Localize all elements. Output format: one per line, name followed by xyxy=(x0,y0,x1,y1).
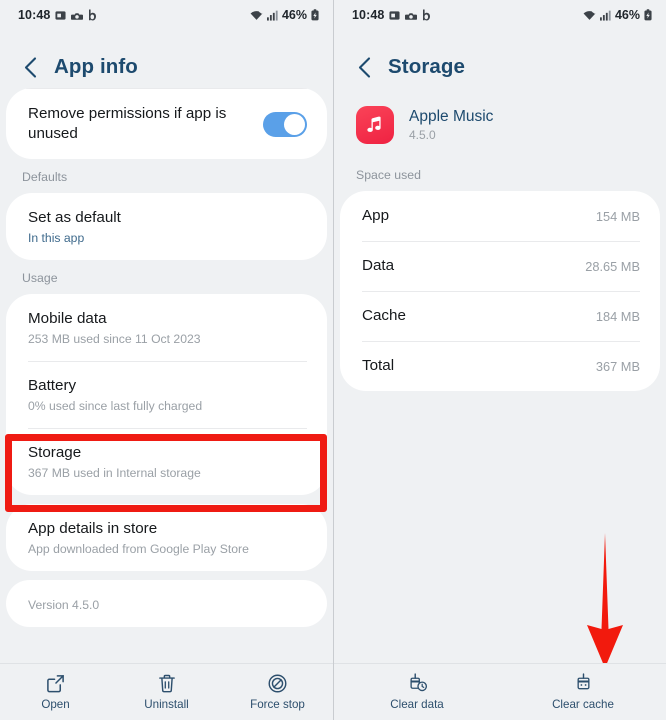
defaults-section-label: Defaults xyxy=(22,170,68,185)
space-data-label: Data xyxy=(362,257,395,275)
clear-cache-broom-icon xyxy=(573,673,594,693)
status-time: 10:48 xyxy=(18,8,51,22)
battery-percent-2: 46% xyxy=(614,8,640,22)
right-phone-screen: 10:48 46% Storage Apple Music 4.5.0 Spac… xyxy=(333,0,666,720)
back-chevron-icon[interactable] xyxy=(354,56,374,78)
status-bar: 10:48 46% xyxy=(0,0,333,30)
space-cache-label: Cache xyxy=(362,307,406,325)
open-label: Open xyxy=(41,698,70,711)
bixby-icon xyxy=(88,9,97,21)
storage-sub: 367 MB used in Internal storage xyxy=(28,466,201,481)
permissions-card: Remove permissions if app is unused xyxy=(6,88,327,160)
clear-cache-arrow xyxy=(587,533,623,668)
battery-percent: 46% xyxy=(281,8,307,22)
app-version: 4.5.0 xyxy=(409,128,436,142)
battery-charging-icon xyxy=(644,9,652,21)
open-button[interactable]: Open xyxy=(0,673,111,711)
remove-permissions-label: Remove permissions if app is unused xyxy=(28,105,227,143)
mobile-data-label: Mobile data xyxy=(28,310,107,328)
storage-row[interactable]: Storage 367 MB used in Internal storage xyxy=(6,428,327,495)
space-used-card: App 154 MB Data 28.65 MB Cache 184 MB To… xyxy=(340,191,660,392)
space-row-app: App 154 MB xyxy=(340,191,660,241)
space-data-value: 28.65 MB xyxy=(585,258,640,274)
camera-icon xyxy=(71,10,84,21)
toggle-knob xyxy=(284,113,305,135)
battery-row[interactable]: Battery 0% used since last fully charged xyxy=(6,361,327,428)
force-stop-label: Force stop xyxy=(250,698,305,711)
app-details-sub: App downloaded from Google Play Store xyxy=(28,542,249,557)
space-row-cache: Cache 184 MB xyxy=(340,291,660,341)
version-card: Version 4.5.0 xyxy=(6,580,327,628)
wifi-icon xyxy=(583,10,596,21)
version-row: Version 4.5.0 xyxy=(6,580,327,627)
camera-icon xyxy=(405,10,418,21)
signal-bars-icon xyxy=(599,10,611,21)
screenshot-icon xyxy=(55,10,67,21)
space-row-data: Data 28.65 MB xyxy=(340,241,660,291)
screenshot-icon xyxy=(389,10,401,21)
left-header: App info xyxy=(0,30,333,88)
dual-screenshot: 10:48 46% App info Remove permissions if… xyxy=(0,0,666,720)
force-stop-icon xyxy=(268,673,287,693)
bixby-icon xyxy=(422,9,431,21)
set-as-default-label: Set as default xyxy=(28,209,121,227)
storage-label: Storage xyxy=(28,444,82,462)
status-bar-left: 10:48 xyxy=(18,8,97,22)
battery-charging-icon xyxy=(311,9,319,21)
version-label: Version 4.5.0 xyxy=(28,598,100,613)
set-as-default-sub: In this app xyxy=(28,231,85,246)
right-header: Storage xyxy=(334,30,666,88)
status-bar-right-2: 46% xyxy=(583,8,652,22)
battery-sub: 0% used since last fully charged xyxy=(28,399,203,414)
apple-music-icon xyxy=(356,106,394,144)
app-name: Apple Music xyxy=(409,108,494,125)
space-row-total: Total 367 MB xyxy=(340,341,660,391)
space-app-label: App xyxy=(362,207,390,224)
space-used-section-label: Space used xyxy=(356,168,421,182)
set-as-default-row[interactable]: Set as default In this app xyxy=(6,193,327,260)
back-chevron-icon[interactable] xyxy=(20,56,40,78)
page-title: Storage xyxy=(388,55,466,78)
remove-permissions-toggle[interactable] xyxy=(263,111,307,137)
clear-cache-button[interactable]: Clear cache xyxy=(500,673,666,711)
app-identity: Apple Music 4.5.0 xyxy=(334,88,666,150)
signal-bars-icon xyxy=(266,10,278,21)
status-bar-right: 46% xyxy=(250,8,319,22)
trash-icon xyxy=(158,673,176,693)
remove-permissions-row[interactable]: Remove permissions if app is unused xyxy=(6,89,327,159)
right-toolbar: Clear data Clear cache xyxy=(334,663,666,720)
defaults-card: Set as default In this app xyxy=(6,193,327,261)
app-details-in-store-row[interactable]: App details in store App downloaded from… xyxy=(6,504,327,571)
uninstall-label: Uninstall xyxy=(144,698,189,711)
usage-section-label: Usage xyxy=(22,271,58,286)
space-total-label: Total xyxy=(362,357,395,375)
mobile-data-row[interactable]: Mobile data 253 MB used since 11 Oct 202… xyxy=(6,294,327,361)
force-stop-button[interactable]: Force stop xyxy=(222,673,333,711)
clear-cache-label: Clear cache xyxy=(552,698,614,711)
page-title: App info xyxy=(54,55,138,78)
space-cache-value: 184 MB xyxy=(595,308,640,324)
left-phone-screen: 10:48 46% App info Remove permissions if… xyxy=(0,0,333,720)
status-bar-left-2: 10:48 xyxy=(352,8,431,22)
clear-data-button[interactable]: Clear data xyxy=(334,673,500,711)
usage-card: Mobile data 253 MB used since 11 Oct 202… xyxy=(6,294,327,496)
clear-data-label: Clear data xyxy=(390,698,444,711)
store-card: App details in store App downloaded from… xyxy=(6,504,327,572)
space-total-value: 367 MB xyxy=(595,358,640,374)
status-bar-right-screen: 10:48 46% xyxy=(334,0,666,30)
uninstall-button[interactable]: Uninstall xyxy=(111,673,222,711)
status-time-2: 10:48 xyxy=(352,8,385,22)
wifi-icon xyxy=(250,10,263,21)
left-toolbar: Open Uninstall Force stop xyxy=(0,663,333,720)
clear-data-broom-icon xyxy=(407,673,428,693)
mobile-data-sub: 253 MB used since 11 Oct 2023 xyxy=(28,332,201,347)
space-app-value: 154 MB xyxy=(595,208,640,224)
app-identity-text: Apple Music 4.5.0 xyxy=(409,108,493,142)
app-details-label: App details in store xyxy=(28,520,158,538)
battery-label: Battery xyxy=(28,377,77,395)
external-link-icon xyxy=(46,673,65,693)
